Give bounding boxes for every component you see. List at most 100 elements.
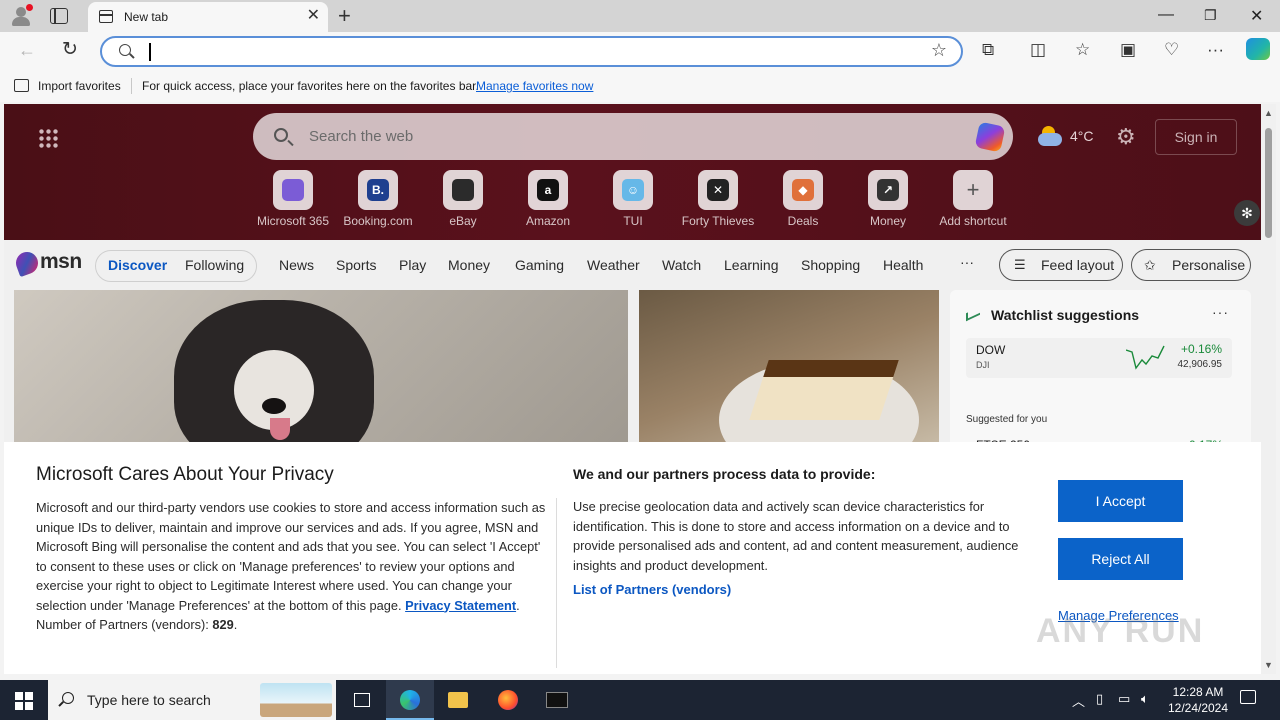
shortcut-deals[interactable]: ◆ Deals xyxy=(763,170,843,228)
accept-button[interactable]: I Accept xyxy=(1058,480,1183,522)
forty-thieves-icon: ✕ xyxy=(707,179,729,201)
nav-link-health[interactable]: Health xyxy=(883,257,923,273)
nav-link-gaming[interactable]: Gaming xyxy=(515,257,564,273)
browser-essentials-icon[interactable]: ♡ xyxy=(1164,40,1179,60)
tui-icon: ☺ xyxy=(622,179,644,201)
taskbar-search[interactable]: Type here to search xyxy=(48,680,336,720)
weather-widget[interactable]: 4°C xyxy=(1038,124,1098,150)
sign-in-button[interactable]: Sign in xyxy=(1155,119,1237,155)
volume-icon[interactable]: 🔈︎ xyxy=(1141,691,1149,707)
copilot-icon[interactable] xyxy=(1246,38,1270,60)
shortcut-tile: ☺ xyxy=(613,170,653,210)
background-theme-icon[interactable]: ✻ xyxy=(1234,200,1260,226)
shortcut-tui[interactable]: ☺ TUI xyxy=(593,170,673,228)
tab-actions-icon[interactable] xyxy=(50,8,68,24)
taskbar-file-explorer[interactable] xyxy=(434,680,482,720)
task-view-button[interactable] xyxy=(338,680,386,720)
app-launcher-icon[interactable] xyxy=(38,128,58,148)
manage-favorites-link[interactable]: Manage favorites now xyxy=(476,79,593,93)
scroll-up-icon[interactable]: ▲ xyxy=(1264,108,1273,118)
copilot-icon[interactable] xyxy=(974,121,1006,153)
shortcut-ebay[interactable]: eBay xyxy=(423,170,503,228)
shortcut-amazon[interactable]: a Amazon xyxy=(508,170,588,228)
nav-link-sports[interactable]: Sports xyxy=(336,257,376,273)
taskbar-terminal[interactable] xyxy=(532,680,580,720)
import-favorites-icon[interactable] xyxy=(14,79,29,92)
extensions-icon[interactable]: ⧉ xyxy=(982,40,994,60)
search-icon xyxy=(119,44,131,56)
add-icon: + xyxy=(966,177,980,202)
close-window-button[interactable]: ✕ xyxy=(1250,6,1263,26)
nav-link-learning[interactable]: Learning xyxy=(724,257,779,273)
reject-all-button[interactable]: Reject All xyxy=(1058,538,1183,580)
taskbar-edge[interactable] xyxy=(386,680,434,720)
split-screen-icon[interactable]: ◫ xyxy=(1030,40,1046,60)
profile-icon[interactable] xyxy=(10,4,33,27)
shortcut-tile xyxy=(443,170,483,210)
back-button[interactable]: ← xyxy=(18,40,36,61)
privacy-statement-link[interactable]: Privacy Statement xyxy=(405,598,516,613)
scroll-thumb[interactable] xyxy=(1265,128,1272,238)
nav-link-weather[interactable]: Weather xyxy=(587,257,640,273)
watchlist-more-button[interactable]: ··· xyxy=(1212,304,1229,320)
shortcut-tile: ◆ xyxy=(783,170,823,210)
page-scrollbar[interactable]: ▲ ▼ xyxy=(1261,104,1276,674)
task-view-icon xyxy=(354,693,370,707)
browser-tab[interactable]: New tab ✕ xyxy=(88,2,328,32)
stock-price: 42,906.95 xyxy=(1177,359,1223,370)
title-bar: New tab ✕ + — ❐ ✕ xyxy=(0,0,1280,32)
tab-following[interactable]: Following xyxy=(185,257,244,273)
favorite-star-icon[interactable]: ☆ xyxy=(931,40,947,61)
tray-chevron-icon[interactable]: ︿ xyxy=(1072,691,1085,710)
stock-exchange: DJI xyxy=(976,360,990,370)
address-bar[interactable]: ☆ xyxy=(100,36,963,67)
watchlist-title: Watchlist suggestions xyxy=(991,307,1140,323)
shortcut-forty-thieves[interactable]: ✕ Forty Thieves xyxy=(678,170,758,228)
scroll-down-icon[interactable]: ▼ xyxy=(1264,660,1273,670)
taskbar-clock[interactable]: 12:28 AM 12/24/2024 xyxy=(1160,684,1236,716)
news-card-dog[interactable] xyxy=(14,290,628,450)
search-icon xyxy=(62,692,74,704)
tab-discover[interactable]: Discover xyxy=(108,257,167,273)
collections-icon[interactable]: ▣ xyxy=(1120,40,1136,60)
shortcut-booking-com[interactable]: B. Booking.com xyxy=(338,170,418,228)
favorites-icon[interactable]: ☆ xyxy=(1075,40,1090,60)
settings-menu-icon[interactable]: ··· xyxy=(1207,40,1224,60)
privacy-body: Microsoft and our third-party vendors us… xyxy=(36,500,546,632)
nav-link-money[interactable]: Money xyxy=(448,257,490,273)
device-icon[interactable]: ▯ xyxy=(1096,691,1103,707)
news-card-cheesecake[interactable] xyxy=(639,290,939,450)
refresh-button[interactable]: ↻ xyxy=(62,38,78,61)
close-tab-icon[interactable]: ✕ xyxy=(307,8,320,24)
dog-photo xyxy=(174,300,374,450)
taskbar-firefox[interactable] xyxy=(484,680,532,720)
minimize-button[interactable]: — xyxy=(1158,6,1174,24)
nav-more-button[interactable]: ··· xyxy=(960,254,974,270)
toolbar: ← ↻ ☆ ⧉ ◫ ☆ ▣ ♡ ··· xyxy=(0,32,1280,72)
nav-link-shopping[interactable]: Shopping xyxy=(801,257,860,273)
msn-logo[interactable]: msn xyxy=(12,248,82,278)
stock-row-dow[interactable]: DOW DJI +0.16% 42,906.95 xyxy=(966,338,1232,378)
shortcut-microsoft-365[interactable]: Microsoft 365 xyxy=(253,170,333,228)
ebay-icon xyxy=(452,179,474,201)
personalise-button[interactable]: ✩ Personalise xyxy=(1131,249,1251,281)
feed-layout-button[interactable]: ☰ Feed layout xyxy=(999,249,1123,281)
web-search-placeholder: Search the web xyxy=(309,128,414,145)
sliders-icon: ☰ xyxy=(1014,257,1026,272)
import-favorites-button[interactable]: Import favorites xyxy=(38,79,121,93)
sparkline-icon xyxy=(1126,345,1165,370)
nav-link-play[interactable]: Play xyxy=(399,257,426,273)
network-icon[interactable]: ▭ xyxy=(1118,691,1130,707)
new-tab-button[interactable]: + xyxy=(338,3,351,29)
restore-button[interactable]: ❐ xyxy=(1204,7,1217,24)
notification-icon[interactable] xyxy=(1240,690,1256,704)
windows-start-icon[interactable] xyxy=(15,692,33,710)
shortcut-label: Booking.com xyxy=(343,214,413,228)
nav-link-watch[interactable]: Watch xyxy=(662,257,701,273)
web-search-box[interactable]: Search the web xyxy=(253,113,1013,160)
nav-link-news[interactable]: News xyxy=(279,257,314,273)
list-of-partners-link[interactable]: List of Partners (vendors) xyxy=(573,582,731,597)
gear-icon[interactable]: ⚙ xyxy=(1116,124,1136,150)
shortcut-money[interactable]: ↗ Money xyxy=(848,170,928,228)
shortcut-add-shortcut[interactable]: + Add shortcut xyxy=(933,170,1013,228)
